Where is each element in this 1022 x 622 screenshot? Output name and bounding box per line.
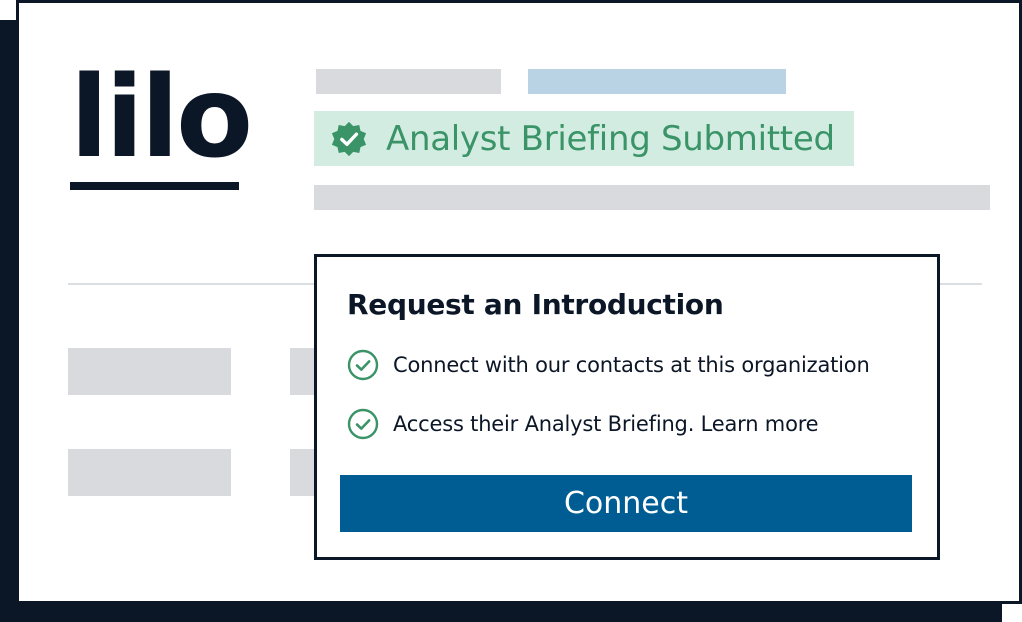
logo-underline [70,182,239,190]
modal-benefit-item: Connect with our contacts at this organi… [347,349,870,381]
modal-benefit-item: Access their Analyst Briefing. Learn mor… [347,408,819,440]
badge-text: Analyst Briefing Submitted [386,118,835,159]
modal-benefit-text: Connect with our contacts at this organi… [393,352,870,377]
placeholder-block [68,348,231,395]
connect-button[interactable]: Connect [340,475,912,532]
status-badge: Analyst Briefing Submitted [314,111,854,166]
placeholder-block [68,449,231,496]
verified-badge-icon [331,121,367,156]
placeholder-bar [314,185,990,210]
logo-text: lilo [70,53,253,183]
placeholder-bar [316,69,501,94]
placeholder-link-bar [528,69,786,94]
modal-benefit-text: Access their Analyst Briefing. Learn mor… [393,411,819,436]
modal-title: Request an Introduction [347,288,724,321]
check-circle-icon [347,349,379,381]
lilo-logo: lilo [70,58,253,192]
introduction-modal: Request an Introduction Connect with our… [314,254,940,560]
check-circle-icon [347,408,379,440]
